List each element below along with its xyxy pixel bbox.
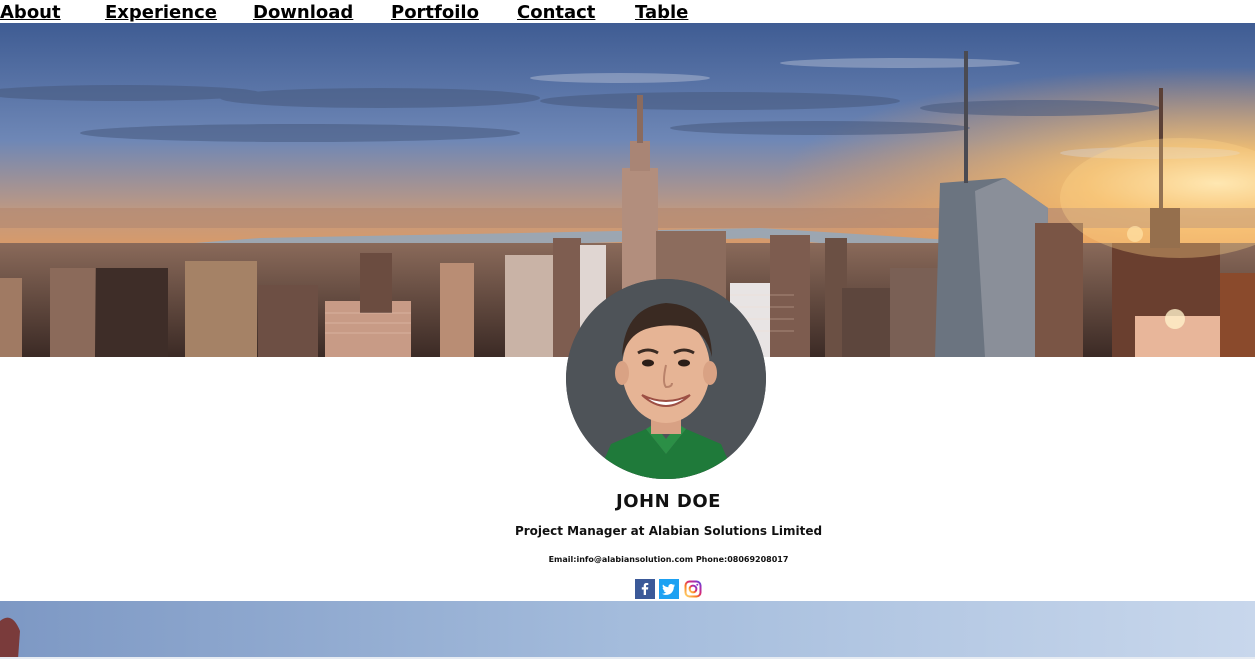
nav-portfolio-link[interactable]: Portfoilo xyxy=(391,3,479,23)
top-navigation: About Experience Download Portfoilo Cont… xyxy=(0,0,1255,23)
twitter-icon[interactable] xyxy=(659,579,679,599)
profile-job-title: Project Manager at Alabian Solutions Lim… xyxy=(514,524,823,538)
instagram-icon[interactable] xyxy=(683,579,703,599)
profile-avatar xyxy=(566,279,766,479)
nav-download-link[interactable]: Download xyxy=(253,3,353,23)
nav-experience-link[interactable]: Experience xyxy=(105,3,217,23)
nav-about-link[interactable]: About xyxy=(0,3,61,23)
nav-table-link[interactable]: Table xyxy=(635,3,688,23)
section-background-image xyxy=(0,601,1255,659)
nav-contact-link[interactable]: Contact xyxy=(517,3,595,23)
facebook-icon[interactable] xyxy=(635,579,655,599)
profile-name: JOHN DOE xyxy=(616,491,721,512)
profile-contact-info: Email:info@alabiansolution.com Phone:080… xyxy=(548,555,789,564)
